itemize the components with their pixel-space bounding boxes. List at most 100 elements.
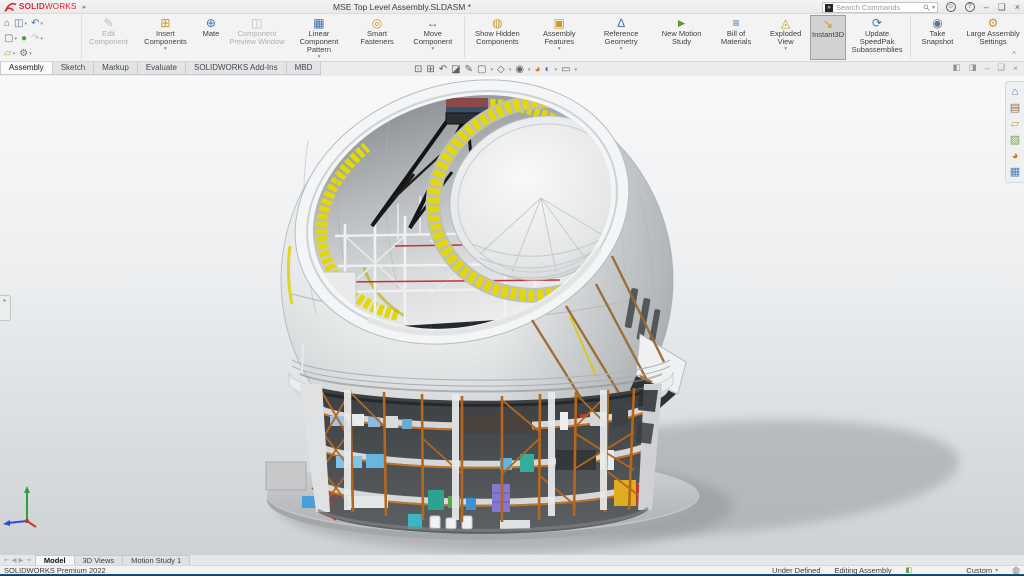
ribbon-button-move-component[interactable]: ↔Move Component▾ <box>404 15 461 60</box>
doc-close-button[interactable]: × <box>1013 63 1018 73</box>
dropdown-caret[interactable]: ▾ <box>528 67 531 73</box>
search-icon[interactable] <box>923 4 930 11</box>
dropdown-caret[interactable]: ▾ <box>575 67 578 73</box>
view-palette-icon[interactable]: ▨ <box>1006 132 1024 148</box>
document-title: MSE Top Level Assembly.SLDASM * <box>333 0 471 14</box>
ribbon-button-new-motion-study[interactable]: ►New Motion Study <box>652 15 711 60</box>
dropdown-caret: ▾ <box>318 54 321 60</box>
ribbon-button-label: Bill of Materials <box>714 30 758 46</box>
dropdown-caret[interactable]: ▾ <box>509 67 512 73</box>
rebuild-button[interactable]: ● <box>21 33 27 45</box>
ribbon-collapse-chevron[interactable]: ^ <box>1012 50 1016 59</box>
search-input[interactable]: Search Commands <box>836 3 923 12</box>
pane-right-icon[interactable]: ◨ <box>969 62 977 73</box>
featuremanager-collapsed-tab[interactable]: ▸ <box>0 295 11 321</box>
dropdown-caret[interactable]: ▾ <box>490 67 493 73</box>
ribbon-button-linear-component-pattern[interactable]: ▦Linear Component Pattern▾ <box>288 15 350 60</box>
open-button[interactable]: ▱▾ <box>4 48 15 60</box>
ribbon-button-smart-fasteners[interactable]: ◎Smart Fasteners <box>350 15 404 60</box>
ribbon-button-insert-components[interactable]: ⊞Insert Components▾ <box>135 15 196 60</box>
open-button-glyph: ▱ <box>4 48 12 60</box>
dynamic-annotation-views-icon[interactable]: ✎ <box>465 63 473 77</box>
new-document-button[interactable]: ▢▾ <box>4 33 17 45</box>
zoom-to-fit-icon[interactable]: ⊡ <box>414 63 422 77</box>
search-commands-box[interactable]: » Search Commands ▾ <box>822 2 938 13</box>
menu-expand-arrow[interactable]: ▸ <box>83 3 87 11</box>
design-library-icon[interactable]: ▤ <box>1006 100 1024 116</box>
document-tabs: Model3D ViewsMotion Study 1 <box>35 555 189 565</box>
quick-access-toolbar: ⌂◫▾↶▾▢▾●↷▾▱▾⚙▾ <box>0 14 82 61</box>
status-bar: SOLIDWORKS Premium 2022 Under Defined Ed… <box>0 565 1024 574</box>
custom-properties-icon[interactable]: ▦ <box>1006 164 1024 180</box>
help-icon[interactable]: ? <box>965 2 975 12</box>
tab-markup[interactable]: Markup <box>93 62 138 75</box>
ribbon-button-take-snapshot[interactable]: ◉Take Snapshot <box>913 15 962 60</box>
dropdown-caret: ▾ <box>40 21 43 27</box>
dropdown-caret: ▾ <box>40 36 43 42</box>
options-button-glyph: ⚙ <box>19 48 28 60</box>
dropdown-caret: ▾ <box>620 46 623 52</box>
appearances-scenes-icon[interactable]: ◕ <box>1006 148 1024 164</box>
doc-restore-button[interactable]: ❑ <box>997 62 1005 73</box>
doc-minimize-button[interactable]: – <box>985 63 990 73</box>
tab-solidworks-add-ins[interactable]: SOLIDWORKS Add-Ins <box>185 62 287 75</box>
ribbon-button-assembly-features[interactable]: ▣Assembly Features▾ <box>528 15 590 60</box>
hide-show-items-icon[interactable]: ◉ <box>515 63 524 77</box>
ribbon-button-instant3d[interactable]: ↘Instant3D <box>810 15 846 60</box>
ribbon-button-show-hidden-components[interactable]: ◍Show Hidden Components <box>466 15 528 60</box>
ribbon-button-exploded-view[interactable]: ◬Exploded View▾ <box>761 15 810 60</box>
ribbon-button-edit-component: ✎Edit Component <box>82 15 135 60</box>
ribbon-button-mate[interactable]: ⊕Mate <box>196 15 226 60</box>
update-speedpak-subassemblies-icon: ⟳ <box>872 16 882 30</box>
home-button[interactable]: ⌂ <box>4 18 10 30</box>
undo-button[interactable]: ↶▾ <box>31 18 43 30</box>
dropdown-caret: ▾ <box>29 51 32 57</box>
last-tab-arrow[interactable]: ⇥ <box>25 556 30 564</box>
assembly-3d-model[interactable] <box>0 76 1024 554</box>
next-tab-arrow[interactable]: ▶ <box>18 556 23 564</box>
document-window-controls: ◧ ◨–❑ × <box>953 62 1018 73</box>
display-style-icon[interactable]: ◇ <box>497 63 505 77</box>
task-pane-strip: ⌂▤▱▨◕▦ <box>1005 81 1024 183</box>
pane-left-icon[interactable]: ◧ <box>953 62 961 73</box>
doc-tab-model[interactable]: Model <box>35 555 75 565</box>
ribbon-button-label: Insert Components <box>138 30 193 46</box>
save-button[interactable]: ◫▾ <box>14 18 27 30</box>
previous-view-icon[interactable]: ↶ <box>439 63 447 77</box>
restore-button[interactable]: ❑ <box>998 1 1006 13</box>
dropdown-caret[interactable]: ▾ <box>555 67 558 73</box>
apply-scene-icon[interactable]: ◐ <box>545 63 551 77</box>
tab-sketch[interactable]: Sketch <box>52 62 94 75</box>
ribbon-button-bill-of-materials[interactable]: ≡Bill of Materials <box>711 15 761 60</box>
graphics-viewport[interactable]: ▸ ⌂▤▱▨◕▦ <box>0 76 1024 554</box>
dropdown-caret: ▾ <box>431 46 434 52</box>
tab-mbd[interactable]: MBD <box>286 62 322 75</box>
ribbon-button-label: Mate <box>203 30 220 38</box>
assembly-status-icon: ◧ <box>906 566 913 574</box>
ribbon-button-reference-geometry[interactable]: ∆Reference Geometry▾ <box>590 15 652 60</box>
first-tab-arrow[interactable]: ⇤ <box>4 556 9 564</box>
edit-appearance-icon[interactable]: ◕ <box>534 63 540 77</box>
search-dropdown-caret[interactable]: ▾ <box>932 4 935 11</box>
solidworks-resources-icon[interactable]: ⌂ <box>1006 84 1024 100</box>
title-bar: SOLIDWORKS ▸ MSE Top Level Assembly.SLDA… <box>0 0 1024 14</box>
home-button-glyph: ⌂ <box>4 18 10 30</box>
doc-tab-motion-study-1[interactable]: Motion Study 1 <box>122 555 190 565</box>
options-button[interactable]: ⚙▾ <box>19 48 31 60</box>
doc-tab-3d-views[interactable]: 3D Views <box>74 555 124 565</box>
minimize-button[interactable]: – <box>984 1 989 13</box>
zoom-to-area-icon[interactable]: ⊞ <box>426 63 434 77</box>
ribbon-button-label: Instant3D <box>812 31 844 39</box>
view-settings-icon[interactable]: ▭ <box>561 63 570 77</box>
view-orientation-icon[interactable]: ▢ <box>477 63 486 77</box>
ribbon-button-label: Move Component <box>407 30 458 46</box>
tab-evaluate[interactable]: Evaluate <box>137 62 186 75</box>
ribbon-button-update-speedpak-subassemblies[interactable]: ⟳Update SpeedPak Subassemblies <box>846 15 908 60</box>
file-explorer-icon[interactable]: ▱ <box>1006 116 1024 132</box>
ribbon-button-label: New Motion Study <box>655 30 708 46</box>
close-button[interactable]: × <box>1015 1 1020 13</box>
section-view-icon[interactable]: ◪ <box>451 63 460 77</box>
user-account-icon[interactable]: ☺ <box>946 2 956 12</box>
prev-tab-arrow[interactable]: ◀ <box>11 556 16 564</box>
tab-assembly[interactable]: Assembly <box>0 62 53 75</box>
